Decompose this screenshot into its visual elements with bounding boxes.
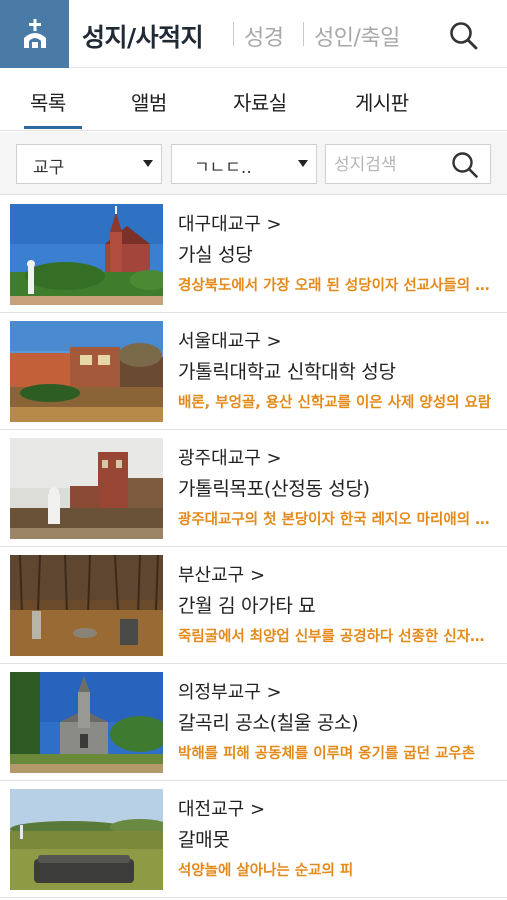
active-tab-indicator — [24, 126, 82, 129]
site-thumbnail — [10, 555, 163, 656]
site-list: 대구대교구 > 가실 성당 경상북도에서 가장 오래 된 성당이자 선교사들의 … — [0, 196, 507, 898]
app-header: 성지/사적지 성경 성인/축일 — [0, 0, 507, 68]
list-item[interactable]: 서울대교구 > 가톨릭대학교 신학대학 성당 배론, 부엉골, 용산 신학교를 … — [0, 313, 507, 430]
site-description: 석양놀에 살아나는 순교의 피 — [178, 863, 354, 879]
site-diocese-link[interactable]: 서울대교구 > — [178, 327, 282, 353]
nav-saints-feasts[interactable]: 성인/축일 — [314, 20, 400, 52]
tab-bar: 목록 앨범 자료실 게시판 — [0, 69, 507, 131]
initial-select[interactable]: ㄱㄴㄷ.. — [171, 144, 317, 184]
site-name: 가톨릭대학교 신학대학 성당 — [178, 361, 396, 383]
site-name: 가실 성당 — [178, 244, 253, 266]
site-description: 죽림굴에서 최양업 신부를 공경하다 선종한 신자의 묘 — [178, 629, 496, 645]
site-thumbnail — [10, 672, 163, 773]
site-description: 광주대교구의 첫 본당이자 한국 레지오 마리애의 발상지 — [178, 512, 496, 528]
site-thumbnail — [10, 438, 163, 539]
tab-archive[interactable]: 자료실 — [233, 87, 287, 116]
tab-board[interactable]: 게시판 — [355, 87, 409, 116]
diocese-select[interactable]: 교구 — [16, 144, 162, 184]
initial-select-value: ㄱㄴㄷ.. — [194, 158, 252, 178]
site-search-box — [325, 144, 491, 184]
list-item[interactable]: 광주대교구 > 가톨릭목포(산정동 성당) 광주대교구의 첫 본당이자 한국 레… — [0, 430, 507, 547]
site-search-button[interactable] — [450, 150, 480, 180]
site-name: 가톨릭목포(산정동 성당) — [178, 478, 370, 500]
dropdown-arrow-icon — [143, 160, 153, 167]
site-thumbnail — [10, 789, 163, 890]
site-thumbnail — [10, 204, 163, 305]
site-description: 배론, 부엉골, 용산 신학교를 이은 사제 양성의 요람 — [178, 395, 492, 411]
title-separator — [233, 22, 234, 46]
site-diocese-link[interactable]: 의정부교구 > — [178, 678, 282, 704]
search-icon — [450, 22, 478, 50]
diocese-select-value: 교구 — [33, 158, 65, 178]
dropdown-arrow-icon — [298, 160, 308, 167]
site-diocese-link[interactable]: 대전교구 > — [178, 795, 265, 821]
tab-list[interactable]: 목록 — [30, 87, 66, 116]
site-diocese-link[interactable]: 부산교구 > — [178, 561, 265, 587]
site-name: 갈곡리 공소(칠울 공소) — [178, 712, 359, 734]
site-description: 박해를 피해 공동체를 이루며 옹기를 굽던 교우촌 — [178, 746, 476, 762]
title-separator — [303, 22, 304, 46]
site-thumbnail — [10, 321, 163, 422]
logo-button[interactable] — [0, 0, 69, 68]
site-description: 경상북도에서 가장 오래 된 성당이자 선교사들의 활동 중심지 — [178, 278, 496, 294]
header-search-button[interactable] — [448, 20, 480, 52]
list-item[interactable]: 부산교구 > 간월 김 아가타 묘 죽림굴에서 최양업 신부를 공경하다 선종한… — [0, 547, 507, 664]
site-search-input[interactable] — [334, 151, 444, 179]
list-item[interactable]: 대구대교구 > 가실 성당 경상북도에서 가장 오래 된 성당이자 선교사들의 … — [0, 196, 507, 313]
filter-bar: 교구 ㄱㄴㄷ.. — [0, 132, 507, 195]
search-icon — [452, 152, 478, 178]
site-diocese-link[interactable]: 광주대교구 > — [178, 444, 282, 470]
site-diocese-link[interactable]: 대구대교구 > — [178, 210, 282, 236]
site-name: 갈매못 — [178, 829, 230, 851]
site-name: 간월 김 아가타 묘 — [178, 595, 316, 617]
tab-album[interactable]: 앨범 — [131, 87, 167, 116]
list-item[interactable]: 대전교구 > 갈매못 석양놀에 살아나는 순교의 피 — [0, 781, 507, 898]
list-item[interactable]: 의정부교구 > 갈곡리 공소(칠울 공소) 박해를 피해 공동체를 이루며 옹기… — [0, 664, 507, 781]
church-cross-icon — [23, 19, 46, 48]
nav-bible[interactable]: 성경 — [244, 20, 284, 52]
page-title: 성지/사적지 — [82, 23, 204, 52]
